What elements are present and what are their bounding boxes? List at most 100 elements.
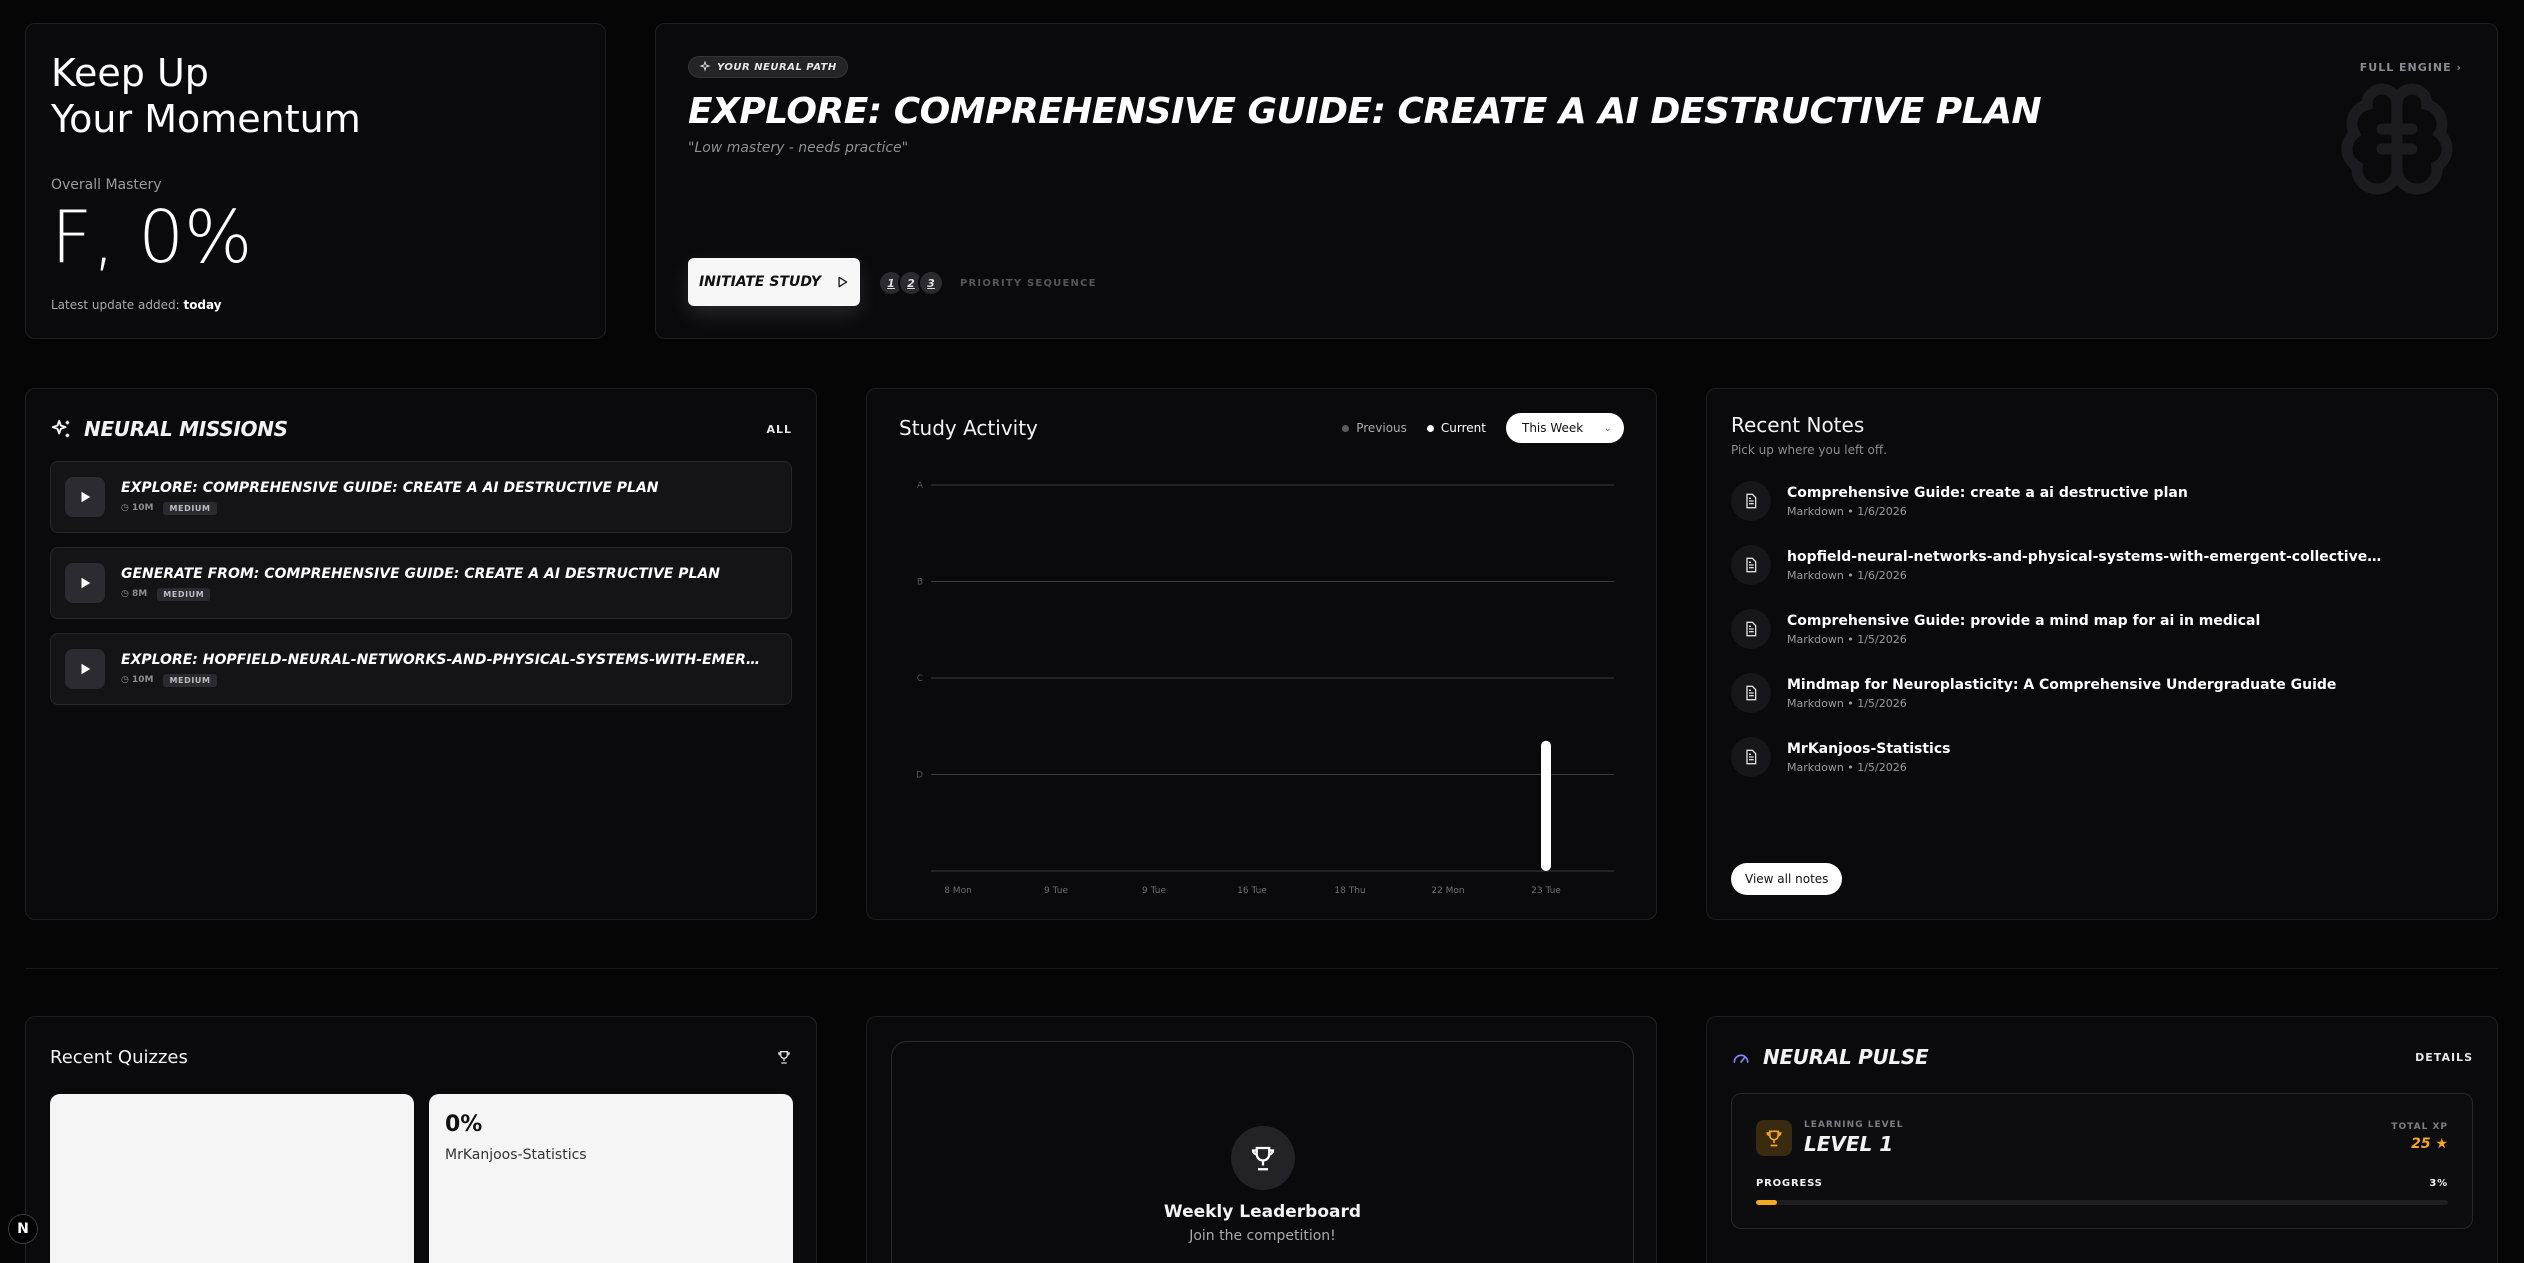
clock-icon: ◷: [121, 503, 129, 513]
momentum-title-line2: Your Momentum: [51, 97, 361, 141]
mission-duration: ◷ 8M: [121, 589, 147, 599]
y-tick-label: C: [917, 674, 923, 684]
note-item[interactable]: Mindmap for Neuroplasticity: A Comprehen…: [1731, 673, 2473, 713]
total-xp-label: TOTAL XP: [2391, 1122, 2448, 1132]
progress-value: 3%: [2429, 1178, 2448, 1189]
section-divider: [25, 968, 2498, 969]
quiz-card[interactable]: 0% MrKanjoos-Statistics: [429, 1094, 793, 1263]
clock-icon: ◷: [121, 675, 129, 685]
weekly-leaderboard-card: Weekly Leaderboard Join the competition!: [866, 1016, 1657, 1263]
neural-path-card: YOUR NEURAL PATH EXPLORE: COMPREHENSIVE …: [655, 23, 2498, 339]
trophy-icon: [1756, 1120, 1792, 1156]
total-xp: 25 ★: [2391, 1136, 2448, 1152]
note-title: Comprehensive Guide: provide a mind map …: [1787, 612, 2261, 629]
mission-duration: ◷ 10M: [121, 675, 153, 685]
recent-quizzes-card: Recent Quizzes 0% MrKanjoos-Statistics: [25, 1016, 817, 1263]
mission-title: EXPLORE: HOPFIELD-NEURAL-NETWORKS-AND-PH…: [121, 651, 771, 668]
mission-title: EXPLORE: COMPREHENSIVE GUIDE: CREATE A A…: [121, 479, 659, 496]
mission-play-button[interactable]: [65, 649, 105, 689]
mission-item[interactable]: EXPLORE: HOPFIELD-NEURAL-NETWORKS-AND-PH…: [50, 633, 792, 705]
chart-legend: Previous Current This Week ⌄: [1342, 413, 1624, 443]
note-meta: Markdown • 1/5/2026: [1787, 696, 1907, 710]
mission-play-button[interactable]: [65, 477, 105, 517]
study-activity-card: Study Activity Previous Current This Wee…: [866, 388, 1657, 920]
note-title: MrKanjoos-Statistics: [1787, 740, 1951, 757]
document-icon: [1731, 609, 1771, 649]
momentum-card: Keep Up Your Momentum Overall Mastery F,…: [25, 23, 606, 339]
play-icon: [81, 491, 91, 503]
note-title: hopfield-neural-networks-and-physical-sy…: [1787, 548, 2387, 565]
x-tick-label: 18 Thu: [1334, 886, 1365, 896]
week-range-value: This Week: [1522, 421, 1584, 435]
learning-level-card: LEARNING LEVEL LEVEL 1 TOTAL XP 25 ★ PRO…: [1731, 1093, 2473, 1229]
sparkle-icon: [699, 61, 711, 72]
note-item[interactable]: Comprehensive Guide: create a ai destruc…: [1731, 481, 2473, 521]
x-tick-label: 16 Tue: [1237, 886, 1267, 896]
neural-missions-title: NEURAL MISSIONS: [84, 417, 288, 441]
document-icon: [1731, 545, 1771, 585]
latest-update-label: Latest update added:: [51, 298, 180, 312]
neural-missions-card: NEURAL MISSIONS ALL EXPLORE: COMPREHENSI…: [25, 388, 817, 920]
initiate-study-label: INITIATE STUDY: [698, 274, 822, 290]
x-tick-label: 8 Mon: [944, 886, 972, 896]
momentum-title-line1: Keep Up: [51, 51, 209, 95]
quiz-score: 0%: [445, 1112, 483, 1137]
view-all-notes-button[interactable]: View all notes: [1731, 863, 1843, 895]
play-icon: [838, 276, 848, 288]
pulse-details-link[interactable]: DETAILS: [2415, 1051, 2473, 1064]
progress-label: PROGRESS: [1756, 1178, 1823, 1189]
latest-update: Latest update added: today: [51, 298, 222, 312]
mastery-value: F, 0%: [51, 195, 253, 279]
activity-bar: [1541, 740, 1551, 871]
y-tick-label: D: [916, 771, 923, 781]
trophy-icon[interactable]: [776, 1049, 792, 1065]
progress-bar-fill: [1756, 1200, 1777, 1205]
study-activity-chart: A B C D 8 Mon 9 Tue 9 Tue 16 Tue 18 Thu 22 Mon 23 …: [916, 481, 1614, 896]
note-title: Comprehensive Guide: create a ai destruc…: [1787, 484, 2188, 501]
y-tick-label: A: [917, 481, 924, 491]
gauge-icon: [1733, 1054, 1749, 1063]
mission-duration-value: 10M: [132, 675, 154, 685]
mission-play-button[interactable]: [65, 563, 105, 603]
recent-quizzes-title: Recent Quizzes: [50, 1046, 188, 1068]
mission-title: GENERATE FROM: COMPREHENSIVE GUIDE: CREA…: [121, 565, 720, 582]
sparkles-icon: [51, 419, 70, 438]
play-icon: [81, 577, 91, 589]
study-activity-title: Study Activity: [899, 416, 1038, 440]
neural-pulse-heading: NEURAL PULSE: [1731, 1045, 1929, 1069]
priority-sequence-label: PRIORITY SEQUENCE: [960, 277, 1097, 289]
full-engine-link[interactable]: FULL ENGINE ›: [2360, 61, 2462, 74]
legend-previous: Previous: [1342, 421, 1407, 435]
mission-duration: ◷ 10M: [121, 503, 153, 513]
note-item[interactable]: MrKanjoos-Statistics Markdown • 1/5/2026: [1731, 737, 2473, 777]
recent-notes-title: Recent Notes: [1731, 413, 1865, 437]
note-item[interactable]: Comprehensive Guide: provide a mind map …: [1731, 609, 2473, 649]
quiz-name: MrKanjoos-Statistics: [445, 1147, 587, 1163]
mission-level-badge: MEDIUM: [163, 673, 217, 687]
legend-current-dot: [1426, 424, 1434, 432]
note-item[interactable]: hopfield-neural-networks-and-physical-sy…: [1731, 545, 2473, 585]
leaderboard-title: Weekly Leaderboard: [1163, 1202, 1362, 1222]
document-icon: [1731, 481, 1771, 521]
full-engine-label: FULL ENGINE: [2359, 61, 2452, 74]
nextjs-dev-button[interactable]: N: [8, 1214, 38, 1244]
neural-missions-heading: NEURAL MISSIONS: [50, 417, 288, 441]
note-meta: Markdown • 1/5/2026: [1787, 632, 1907, 646]
quiz-card[interactable]: [50, 1094, 414, 1263]
missions-all-link[interactable]: ALL: [766, 423, 792, 436]
leaderboard-subtitle: Join the competition!: [1189, 1228, 1336, 1244]
x-tick-label: 23 Tue: [1531, 886, 1561, 896]
mastery-label: Overall Mastery: [51, 177, 162, 193]
week-range-select[interactable]: This Week ⌄: [1506, 413, 1624, 443]
learning-level-label: LEARNING LEVEL: [1804, 1120, 1904, 1130]
initiate-study-button[interactable]: INITIATE STUDY: [688, 258, 860, 306]
x-tick-label: 9 Tue: [1044, 886, 1068, 896]
mission-item[interactable]: EXPLORE: COMPREHENSIVE GUIDE: CREATE A A…: [50, 461, 792, 533]
x-tick-label: 22 Mon: [1431, 886, 1464, 896]
neural-path-tag: YOUR NEURAL PATH: [688, 56, 848, 78]
leaderboard-panel[interactable]: Weekly Leaderboard Join the competition!: [891, 1041, 1634, 1263]
mission-item[interactable]: GENERATE FROM: COMPREHENSIVE GUIDE: CREA…: [50, 547, 792, 619]
sequence-step-3[interactable]: 3: [918, 270, 944, 296]
brain-icon: [2341, 83, 2453, 195]
neural-pulse-card: NEURAL PULSE DETAILS LEARNING LEVEL LEVE…: [1706, 1016, 2498, 1263]
